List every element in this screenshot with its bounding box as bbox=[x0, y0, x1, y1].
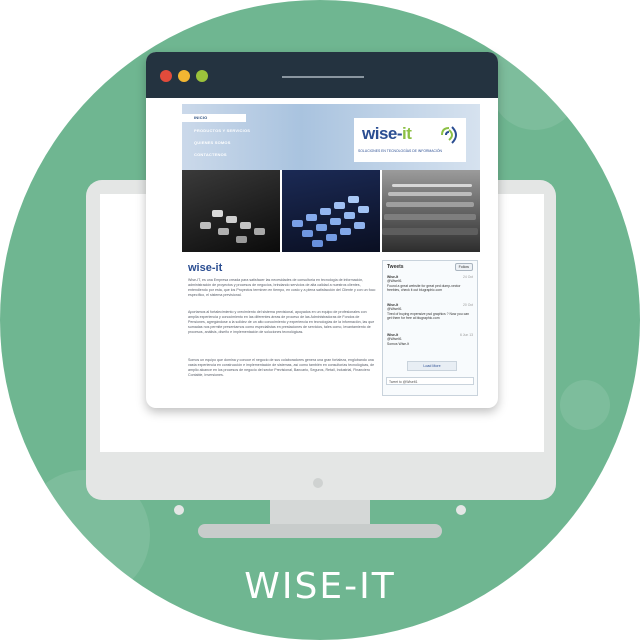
browser-title-bar bbox=[146, 52, 498, 98]
content-logo: wise-it bbox=[188, 262, 223, 274]
maximize-icon[interactable] bbox=[196, 70, 208, 82]
site-nav: INICIO PRODUCTOS Y SERVICIOS QUIENES SOM… bbox=[182, 104, 264, 170]
main-content: wise-it Wise-IT, es una Empresa creada p… bbox=[182, 258, 480, 402]
nav-item-contactenos[interactable]: CONTACTENOS bbox=[194, 152, 227, 157]
decorative-bubble bbox=[560, 380, 610, 430]
logo-wordmark: wise-it bbox=[362, 124, 412, 144]
load-more-button[interactable]: Load More bbox=[407, 361, 457, 371]
logo-main: wise- bbox=[362, 124, 403, 143]
tweets-header: Tweets bbox=[387, 264, 404, 270]
logo-tagline: SOLUCIONES EN TECNOLOGÍAS DE INFORMACIÓN bbox=[358, 149, 442, 153]
paragraph: Somos un equipo que domina y conoce el n… bbox=[188, 358, 375, 377]
keyboard-image bbox=[382, 170, 480, 252]
signal-icon bbox=[441, 126, 457, 144]
keyboard-image bbox=[282, 170, 380, 252]
address-bar[interactable] bbox=[282, 76, 364, 78]
paragraph: Wise-IT, es una Empresa creada para sati… bbox=[188, 278, 376, 297]
tweet-item[interactable]: Wise-It 24 Oct @WiseIt1 Found a great we… bbox=[387, 275, 473, 293]
follow-button[interactable]: Follow bbox=[454, 263, 473, 271]
decorative-bubble bbox=[490, 40, 580, 130]
browser-window: INICIO PRODUCTOS Y SERVICIOS QUIENES SOM… bbox=[146, 52, 498, 408]
tweet-item[interactable]: Wise-It 20 Oct @WiseIt1 Tired of buying … bbox=[387, 303, 473, 321]
monitor-dot bbox=[174, 505, 184, 515]
website: INICIO PRODUCTOS Y SERVICIOS QUIENES SOM… bbox=[182, 104, 480, 402]
monitor-power-dot bbox=[313, 478, 323, 488]
monitor-dot bbox=[456, 505, 466, 515]
tweet-compose-input[interactable]: Tweet to @WiseIt1 bbox=[386, 377, 474, 385]
page-title: WISE-IT bbox=[244, 566, 396, 607]
monitor-base bbox=[198, 524, 442, 538]
twitter-widget: Tweets Follow Wise-It 24 Oct @WiseIt1 Fo… bbox=[382, 260, 478, 396]
site-logo[interactable]: wise-it SOLUCIONES EN TECNOLOGÍAS DE INF… bbox=[354, 118, 466, 162]
close-icon[interactable] bbox=[160, 70, 172, 82]
paragraph: Aportamos al fortalecimiento y crecimien… bbox=[188, 310, 375, 334]
minimize-icon[interactable] bbox=[178, 70, 190, 82]
nav-item-inicio[interactable]: INICIO bbox=[182, 114, 246, 122]
keyboard-image bbox=[182, 170, 280, 252]
tweet-item[interactable]: Wise-It 6 Jun 13 @WiseIt1 Somos Wise-It bbox=[387, 333, 473, 346]
logo-accent: it bbox=[402, 124, 412, 143]
monitor-neck bbox=[270, 500, 370, 526]
site-header: INICIO PRODUCTOS Y SERVICIOS QUIENES SOM… bbox=[182, 104, 480, 170]
nav-item-productos[interactable]: PRODUCTOS Y SERVICIOS bbox=[194, 128, 250, 133]
nav-item-quienes-somos[interactable]: QUIENES SOMOS bbox=[194, 140, 231, 145]
